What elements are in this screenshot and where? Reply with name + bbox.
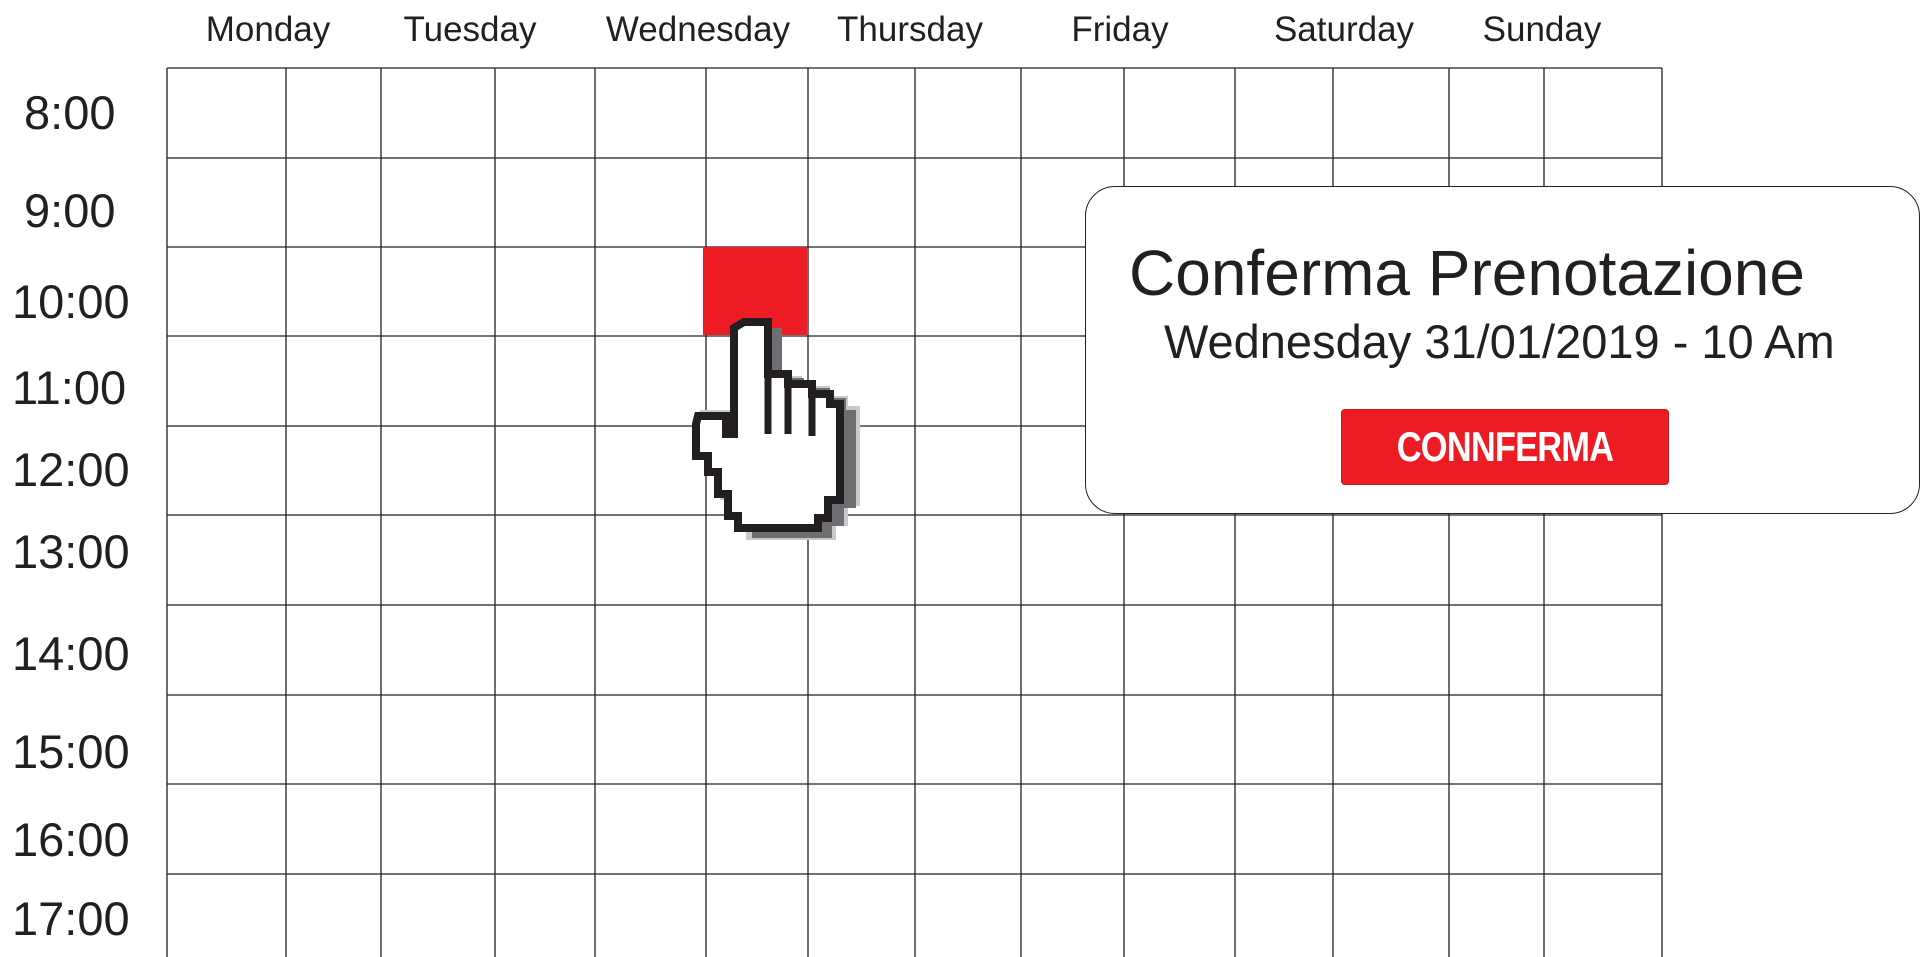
confirm-button-label: CONNFERMA	[1396, 423, 1614, 470]
dialog-booking-details: Wednesday 31/01/2019 - 10 Am	[1164, 315, 1835, 368]
dialog-title: Conferma Prenotazione	[1129, 237, 1805, 309]
pointing-hand-icon	[692, 318, 860, 540]
confirm-button[interactable]: CONNFERMA	[1341, 409, 1669, 485]
confirm-booking-dialog: Conferma Prenotazione Wednesday 31/01/20…	[1085, 186, 1920, 514]
